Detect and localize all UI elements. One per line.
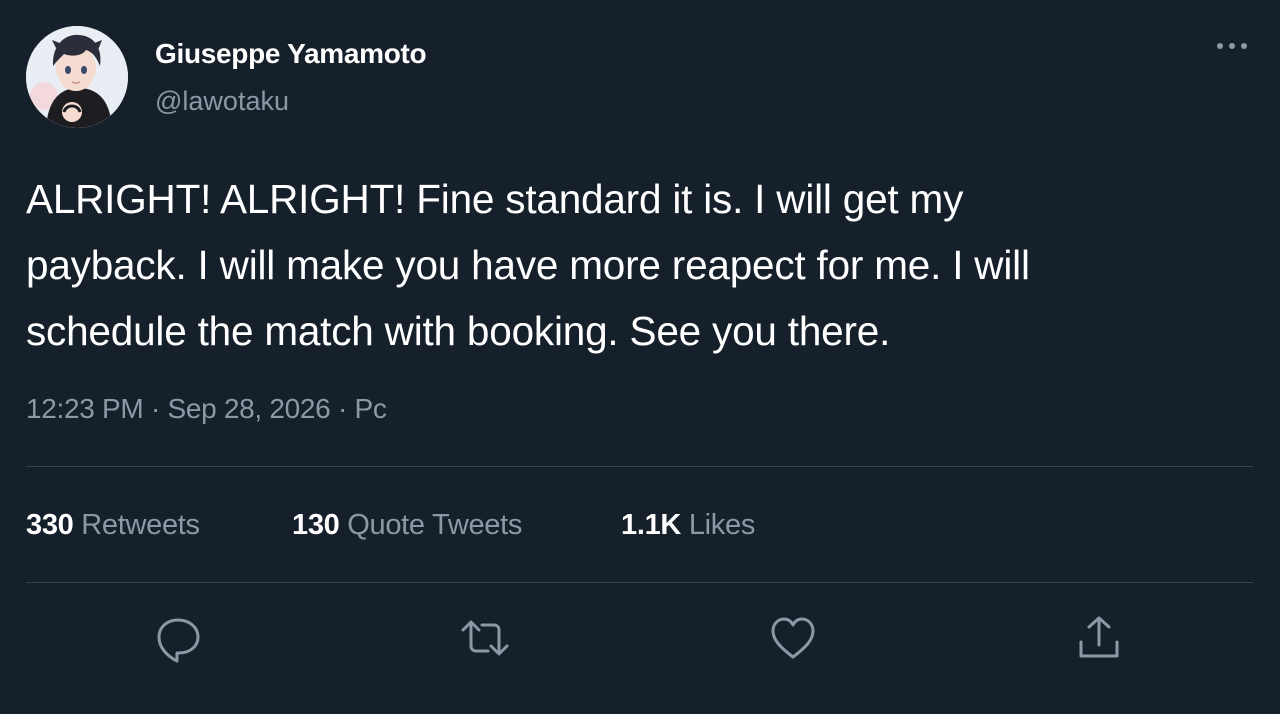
more-icon: [1217, 43, 1247, 49]
divider: [26, 582, 1253, 583]
more-options-button[interactable]: [1208, 30, 1256, 62]
retweet-button[interactable]: [459, 612, 511, 664]
reply-button[interactable]: [152, 612, 204, 664]
share-icon: [1079, 616, 1119, 658]
avatar[interactable]: [26, 26, 128, 128]
tweet-date[interactable]: Sep 28, 2026: [167, 393, 330, 424]
quote-tweets-count: 130: [292, 509, 340, 541]
quote-tweets-label: Quote Tweets: [347, 509, 523, 541]
user-avatar-icon: [26, 26, 128, 128]
user-handle[interactable]: @lawotaku: [155, 86, 289, 117]
divider: [26, 466, 1253, 467]
share-button[interactable]: [1073, 612, 1125, 664]
retweets-count: 330: [26, 509, 74, 541]
reply-icon: [157, 618, 200, 663]
retweets-stat[interactable]: 330 Retweets: [26, 509, 200, 542]
likes-count: 1.1K: [621, 509, 682, 541]
quote-tweets-stat[interactable]: 130 Quote Tweets: [292, 509, 522, 542]
retweet-icon: [461, 620, 509, 656]
meta-separator: ·: [150, 393, 160, 424]
like-button[interactable]: [767, 612, 819, 664]
meta-separator: ·: [337, 393, 347, 424]
tweet-time[interactable]: 12:23 PM: [26, 393, 144, 424]
likes-stat[interactable]: 1.1K Likes: [621, 509, 755, 542]
like-icon: [771, 617, 815, 659]
tweet-detail: Giuseppe Yamamoto @lawotaku ALRIGHT! ALR…: [0, 0, 1280, 714]
tweet-text: ALRIGHT! ALRIGHT! Fine standard it is. I…: [26, 176, 1030, 354]
retweets-label: Retweets: [81, 509, 200, 541]
display-name[interactable]: Giuseppe Yamamoto: [155, 38, 427, 70]
tweet-metadata: 12:23 PM · Sep 28, 2026 · Pc: [26, 393, 387, 425]
tweet-source[interactable]: Pc: [354, 393, 386, 424]
likes-label: Likes: [688, 509, 756, 541]
